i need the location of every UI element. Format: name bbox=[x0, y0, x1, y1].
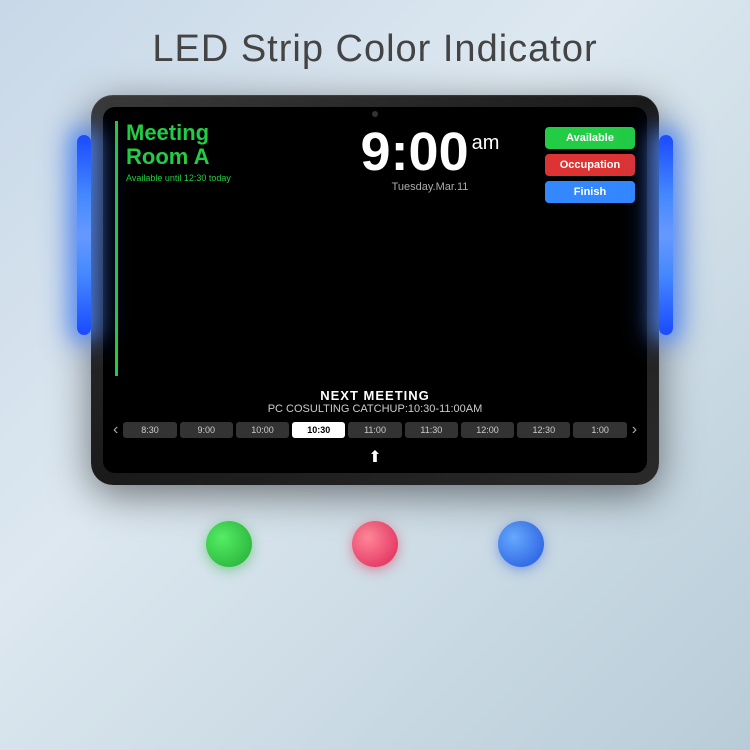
room-availability: Available until 12:30 today bbox=[126, 173, 315, 183]
timeline-prev[interactable]: ‹ bbox=[111, 421, 120, 439]
screen-top: Meeting Room A Available until 12:30 tod… bbox=[103, 107, 647, 384]
time-slot-1100[interactable]: 11:00 bbox=[348, 422, 401, 438]
time-slot-1000[interactable]: 10:00 bbox=[236, 422, 289, 438]
time-slot-1130[interactable]: 11:30 bbox=[405, 422, 458, 438]
status-buttons: Available Occupation Finish bbox=[545, 121, 635, 376]
time-period: am bbox=[472, 133, 500, 153]
time-display: 9:00 am bbox=[361, 125, 500, 179]
timeline-next[interactable]: › bbox=[630, 421, 639, 439]
time-slot-100[interactable]: 1:00 bbox=[573, 422, 626, 438]
date-display: Tuesday.Mar.11 bbox=[392, 181, 469, 193]
time-slot-1200[interactable]: 12:00 bbox=[461, 422, 514, 438]
arrow-up-icon: ⬆ bbox=[368, 447, 381, 467]
time-section: 9:00 am Tuesday.Mar.11 bbox=[323, 121, 537, 376]
time-hour: 9:00 bbox=[361, 125, 469, 179]
arrow-indicator: ⬆ bbox=[103, 447, 647, 473]
room-info: Meeting Room A Available until 12:30 tod… bbox=[115, 121, 315, 376]
next-meeting: NEXT MEETING PC COSULTING CATCHUP:10:30-… bbox=[103, 384, 647, 417]
blue-indicator bbox=[498, 521, 544, 567]
led-strip-left bbox=[77, 135, 91, 335]
time-slot-900[interactable]: 9:00 bbox=[180, 422, 233, 438]
page-title: LED Strip Color Indicator bbox=[152, 28, 597, 71]
color-indicators bbox=[206, 521, 544, 567]
finish-button[interactable]: Finish bbox=[545, 181, 635, 203]
screen: Meeting Room A Available until 12:30 tod… bbox=[103, 107, 647, 473]
time-slot-1230[interactable]: 12:30 bbox=[517, 422, 570, 438]
available-button[interactable]: Available bbox=[545, 127, 635, 149]
next-meeting-detail: PC COSULTING CATCHUP:10:30-11:00AM bbox=[113, 403, 637, 415]
pink-indicator bbox=[352, 521, 398, 567]
timeline: ‹ 8:30 9:00 10:00 10:30 11:00 11:30 12:0… bbox=[103, 417, 647, 447]
next-meeting-title: NEXT MEETING bbox=[113, 388, 637, 403]
occupation-button[interactable]: Occupation bbox=[545, 154, 635, 176]
tablet-device: Meeting Room A Available until 12:30 tod… bbox=[85, 95, 665, 485]
time-slot-1030[interactable]: 10:30 bbox=[292, 422, 345, 438]
tablet-shell: Meeting Room A Available until 12:30 tod… bbox=[91, 95, 659, 485]
camera-dot bbox=[372, 111, 378, 117]
time-slot-830[interactable]: 8:30 bbox=[123, 422, 176, 438]
green-indicator bbox=[206, 521, 252, 567]
led-strip-right bbox=[659, 135, 673, 335]
room-name: Meeting Room A bbox=[126, 121, 315, 169]
